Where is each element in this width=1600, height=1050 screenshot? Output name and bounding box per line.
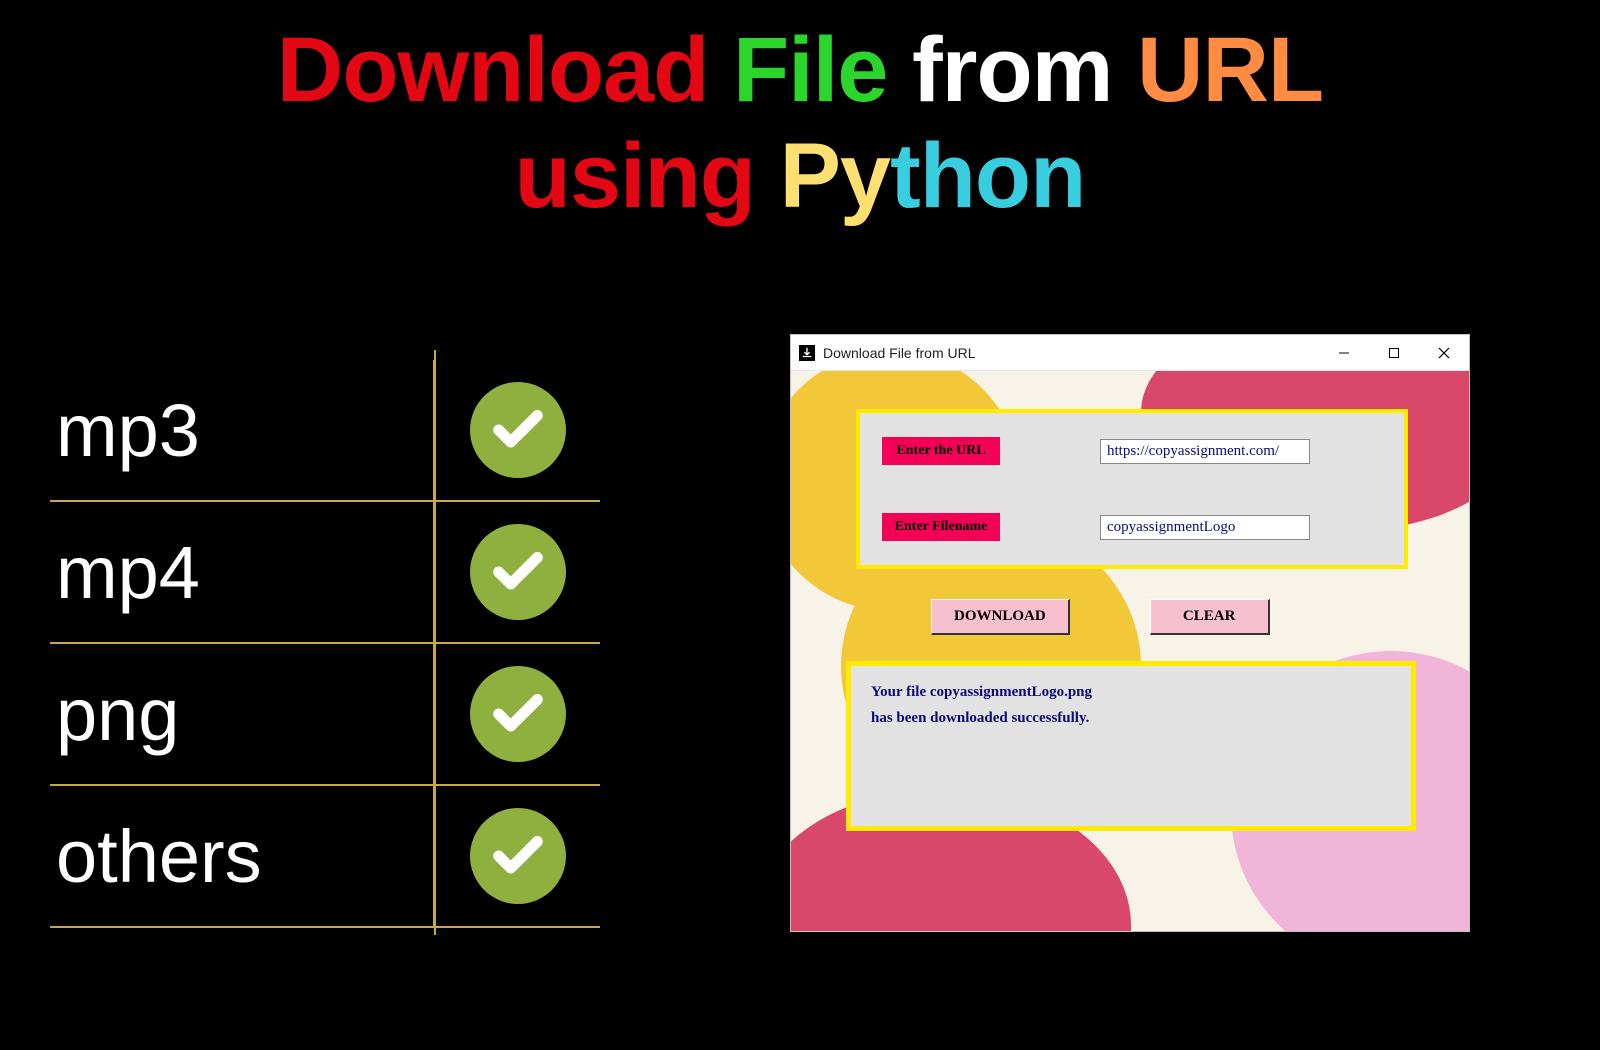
main-heading: Download File from URL using Python bbox=[0, 0, 1600, 230]
table-row: mp3 bbox=[50, 360, 600, 502]
titlebar: Download File from URL bbox=[791, 335, 1469, 371]
check-icon bbox=[470, 524, 566, 620]
button-row: DOWNLOAD CLEAR bbox=[931, 599, 1270, 635]
heading-word-url: URL bbox=[1137, 19, 1323, 121]
download-button[interactable]: DOWNLOAD bbox=[931, 599, 1070, 635]
url-input[interactable] bbox=[1100, 439, 1310, 464]
app-window: Download File from URL Enter the URL Ent… bbox=[790, 334, 1470, 932]
filetype-table: mp3 mp4 png others bbox=[50, 360, 600, 928]
minimize-button[interactable] bbox=[1319, 335, 1369, 371]
status-text-line2: has been downloaded successfully. bbox=[871, 706, 1391, 732]
status-panel: Your file copyassignmentLogo.png has bee… bbox=[846, 661, 1416, 831]
app-canvas: Enter the URL Enter Filename DOWNLOAD CL… bbox=[791, 371, 1469, 931]
url-label: Enter the URL bbox=[882, 437, 1000, 465]
form-panel: Enter the URL Enter Filename bbox=[856, 409, 1408, 569]
heading-word-file: File bbox=[733, 19, 887, 121]
heading-word-thon: thon bbox=[890, 125, 1085, 227]
status-text-line1: Your file copyassignmentLogo.png bbox=[871, 680, 1391, 706]
table-row: others bbox=[50, 786, 600, 928]
filetype-label: mp4 bbox=[56, 530, 200, 615]
filename-label: Enter Filename bbox=[882, 513, 1000, 541]
app-icon bbox=[799, 345, 815, 361]
heading-word-download: Download bbox=[277, 19, 709, 121]
check-icon bbox=[470, 382, 566, 478]
maximize-button[interactable] bbox=[1369, 335, 1419, 371]
close-button[interactable] bbox=[1419, 335, 1469, 371]
window-title: Download File from URL bbox=[823, 345, 976, 361]
filename-input[interactable] bbox=[1100, 515, 1310, 540]
filetype-label: mp3 bbox=[56, 388, 200, 473]
clear-button[interactable]: CLEAR bbox=[1150, 599, 1270, 635]
check-icon bbox=[470, 808, 566, 904]
filetype-label: others bbox=[56, 814, 262, 899]
filetype-label: png bbox=[56, 672, 179, 757]
check-icon bbox=[470, 666, 566, 762]
table-row: png bbox=[50, 644, 600, 786]
heading-word-from: from bbox=[912, 19, 1112, 121]
heading-word-using: using bbox=[515, 125, 755, 227]
table-row: mp4 bbox=[50, 502, 600, 644]
heading-word-py: Py bbox=[780, 125, 891, 227]
